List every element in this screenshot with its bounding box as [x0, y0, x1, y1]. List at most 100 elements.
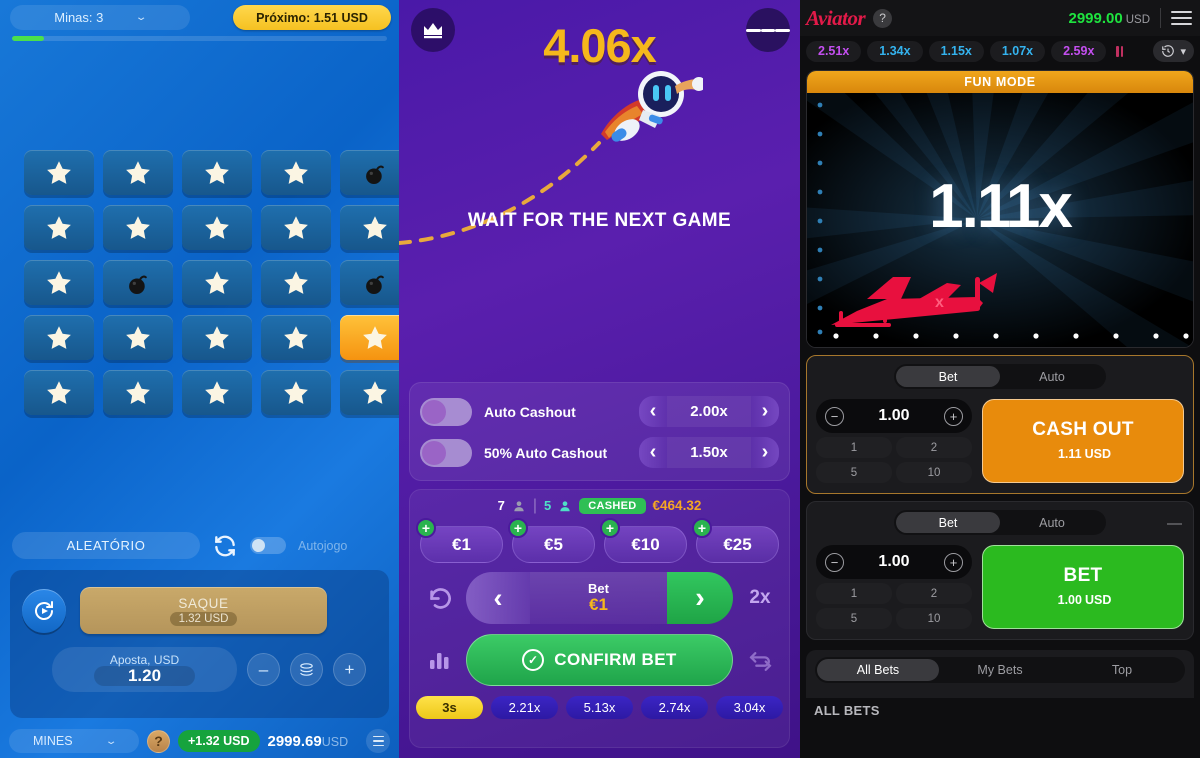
- stake-stack-button[interactable]: [290, 653, 323, 686]
- history-multiplier-pill[interactable]: 5.13x: [566, 696, 633, 719]
- mines-cell-star[interactable]: [182, 205, 252, 250]
- bets-tab[interactable]: All Bets: [817, 659, 939, 681]
- mines-cell-star[interactable]: [261, 260, 331, 305]
- bet-decrease-button[interactable]: ‹: [466, 572, 530, 624]
- quick-chip[interactable]: + €25: [692, 518, 779, 563]
- collapse-panel-button[interactable]: —: [1167, 515, 1182, 532]
- bet-amount-value-2[interactable]: 1.00: [878, 553, 909, 571]
- random-pick-button[interactable]: ALEATÓRIO: [12, 532, 200, 559]
- bet-increase-button[interactable]: ›: [667, 572, 733, 624]
- tab-auto-1[interactable]: Auto: [1000, 366, 1104, 387]
- mines-cell-bomb[interactable]: [340, 260, 399, 305]
- history-multiplier-chip[interactable]: 2.59x: [1051, 40, 1107, 62]
- mines-cell-star[interactable]: [103, 370, 173, 415]
- mines-cell-star[interactable]: [340, 370, 399, 415]
- mines-count-select[interactable]: Minas: 3 ⌄: [10, 5, 190, 30]
- bets-tab[interactable]: Top: [1061, 659, 1183, 681]
- mines-cell-bomb[interactable]: [340, 150, 399, 195]
- mines-cell-star[interactable]: [182, 150, 252, 195]
- auto-rebet-icon[interactable]: [739, 648, 781, 673]
- menu-icon[interactable]: [366, 729, 390, 753]
- auto-cashout-50-increase[interactable]: ›: [751, 437, 779, 468]
- stake-increase-button[interactable]: +: [333, 653, 366, 686]
- quick-amount-button[interactable]: 10: [896, 462, 972, 483]
- auto-cashout-50-toggle[interactable]: [420, 438, 472, 467]
- decrease-button-1[interactable]: −: [825, 406, 844, 426]
- mines-cell-star[interactable]: [261, 370, 331, 415]
- stake-decrease-button[interactable]: –: [247, 653, 280, 686]
- countdown-pill[interactable]: 3s: [416, 696, 483, 719]
- mines-cell-star[interactable]: [103, 315, 173, 360]
- history-multiplier-pill[interactable]: 3.04x: [716, 696, 783, 719]
- quick-amount-button[interactable]: 2: [896, 437, 972, 458]
- plus-icon[interactable]: +: [692, 518, 712, 538]
- help-icon[interactable]: ?: [873, 8, 893, 28]
- bet-amount-value-1[interactable]: 1.00: [878, 407, 909, 425]
- tab-bet-2[interactable]: Bet: [896, 512, 1000, 533]
- mines-cell-selected[interactable]: [340, 315, 399, 360]
- mines-cell-star[interactable]: [182, 370, 252, 415]
- cashout-button[interactable]: SAQUE 1.32 USD: [80, 587, 327, 634]
- plus-icon[interactable]: +: [508, 518, 528, 538]
- history-multiplier-pill[interactable]: 2.21x: [491, 696, 558, 719]
- quick-chip[interactable]: + €1: [416, 518, 503, 563]
- history-multiplier-chip[interactable]: 1.15x: [928, 40, 984, 62]
- quick-amount-button[interactable]: 1: [816, 583, 892, 604]
- quick-amount-button[interactable]: 2: [896, 583, 972, 604]
- quick-amount-button[interactable]: 1: [816, 437, 892, 458]
- mines-cell-star[interactable]: [261, 315, 331, 360]
- quick-chip[interactable]: + €5: [508, 518, 595, 563]
- auto-cashout-toggle[interactable]: [420, 397, 472, 426]
- mines-cell-star[interactable]: [24, 370, 94, 415]
- mines-cell-bomb[interactable]: [103, 260, 173, 305]
- decrease-button-2[interactable]: −: [825, 552, 844, 572]
- history-multiplier-pill[interactable]: 2.74x: [641, 696, 708, 719]
- auto-cashout-increase[interactable]: ›: [751, 396, 779, 427]
- quick-amount-button[interactable]: 10: [896, 608, 972, 629]
- mines-cell-star[interactable]: [261, 150, 331, 195]
- place-bet-button[interactable]: BET 1.00 USD: [982, 545, 1184, 629]
- auto-cashout-50-value[interactable]: 1.50x: [667, 437, 751, 468]
- auto-cashout-decrease[interactable]: ‹: [639, 396, 667, 427]
- mines-cell-star[interactable]: [103, 150, 173, 195]
- mines-cell-star[interactable]: [24, 205, 94, 250]
- history-toggle-button[interactable]: ▾: [1153, 40, 1194, 62]
- refresh-icon[interactable]: [212, 533, 238, 559]
- bets-tab[interactable]: My Bets: [939, 659, 1061, 681]
- stats-icon[interactable]: [418, 648, 460, 672]
- help-icon[interactable]: ?: [147, 729, 170, 753]
- increase-button-1[interactable]: +: [943, 406, 963, 426]
- tab-auto-2[interactable]: Auto: [1000, 512, 1104, 533]
- replay-button[interactable]: [22, 588, 66, 633]
- mines-cell-star[interactable]: [103, 205, 173, 250]
- autoplay-toggle[interactable]: [250, 537, 286, 554]
- plus-icon[interactable]: +: [416, 518, 436, 538]
- undo-icon[interactable]: [418, 585, 460, 612]
- mines-cell-star[interactable]: [24, 150, 94, 195]
- mines-cell-star[interactable]: [182, 315, 252, 360]
- game-select[interactable]: MINES ⌄: [9, 729, 139, 753]
- quick-amount-button[interactable]: 5: [816, 462, 892, 483]
- cash-out-button[interactable]: CASH OUT 1.11 USD: [982, 399, 1184, 483]
- stake-input[interactable]: Aposta, USD 1.20: [52, 647, 237, 692]
- mines-cell-star[interactable]: [340, 205, 399, 250]
- auto-cashout-value[interactable]: 2.00x: [667, 396, 751, 427]
- bet-amount-display[interactable]: Bet €1: [530, 572, 667, 624]
- menu-icon[interactable]: [1171, 11, 1192, 25]
- quick-chip[interactable]: + €10: [600, 518, 687, 563]
- quick-amount-button[interactable]: 5: [816, 608, 892, 629]
- auto-cashout-50-decrease[interactable]: ‹: [639, 437, 667, 468]
- tab-bet-1[interactable]: Bet: [896, 366, 1000, 387]
- increase-button-2[interactable]: +: [943, 552, 963, 572]
- mines-cell-star[interactable]: [24, 315, 94, 360]
- mines-cell-star[interactable]: [261, 205, 331, 250]
- history-multiplier-chip[interactable]: 1.34x: [867, 40, 923, 62]
- mines-cell-star[interactable]: [24, 260, 94, 305]
- plus-icon[interactable]: +: [600, 518, 620, 538]
- confirm-bet-button[interactable]: ✓ CONFIRM BET: [466, 634, 733, 686]
- history-multiplier-chip[interactable]: 2.51x: [806, 40, 862, 62]
- double-bet-button[interactable]: 2x: [739, 587, 781, 609]
- cashout-label: SAQUE: [178, 595, 229, 611]
- history-multiplier-chip[interactable]: 1.07x: [989, 40, 1046, 62]
- mines-cell-star[interactable]: [182, 260, 252, 305]
